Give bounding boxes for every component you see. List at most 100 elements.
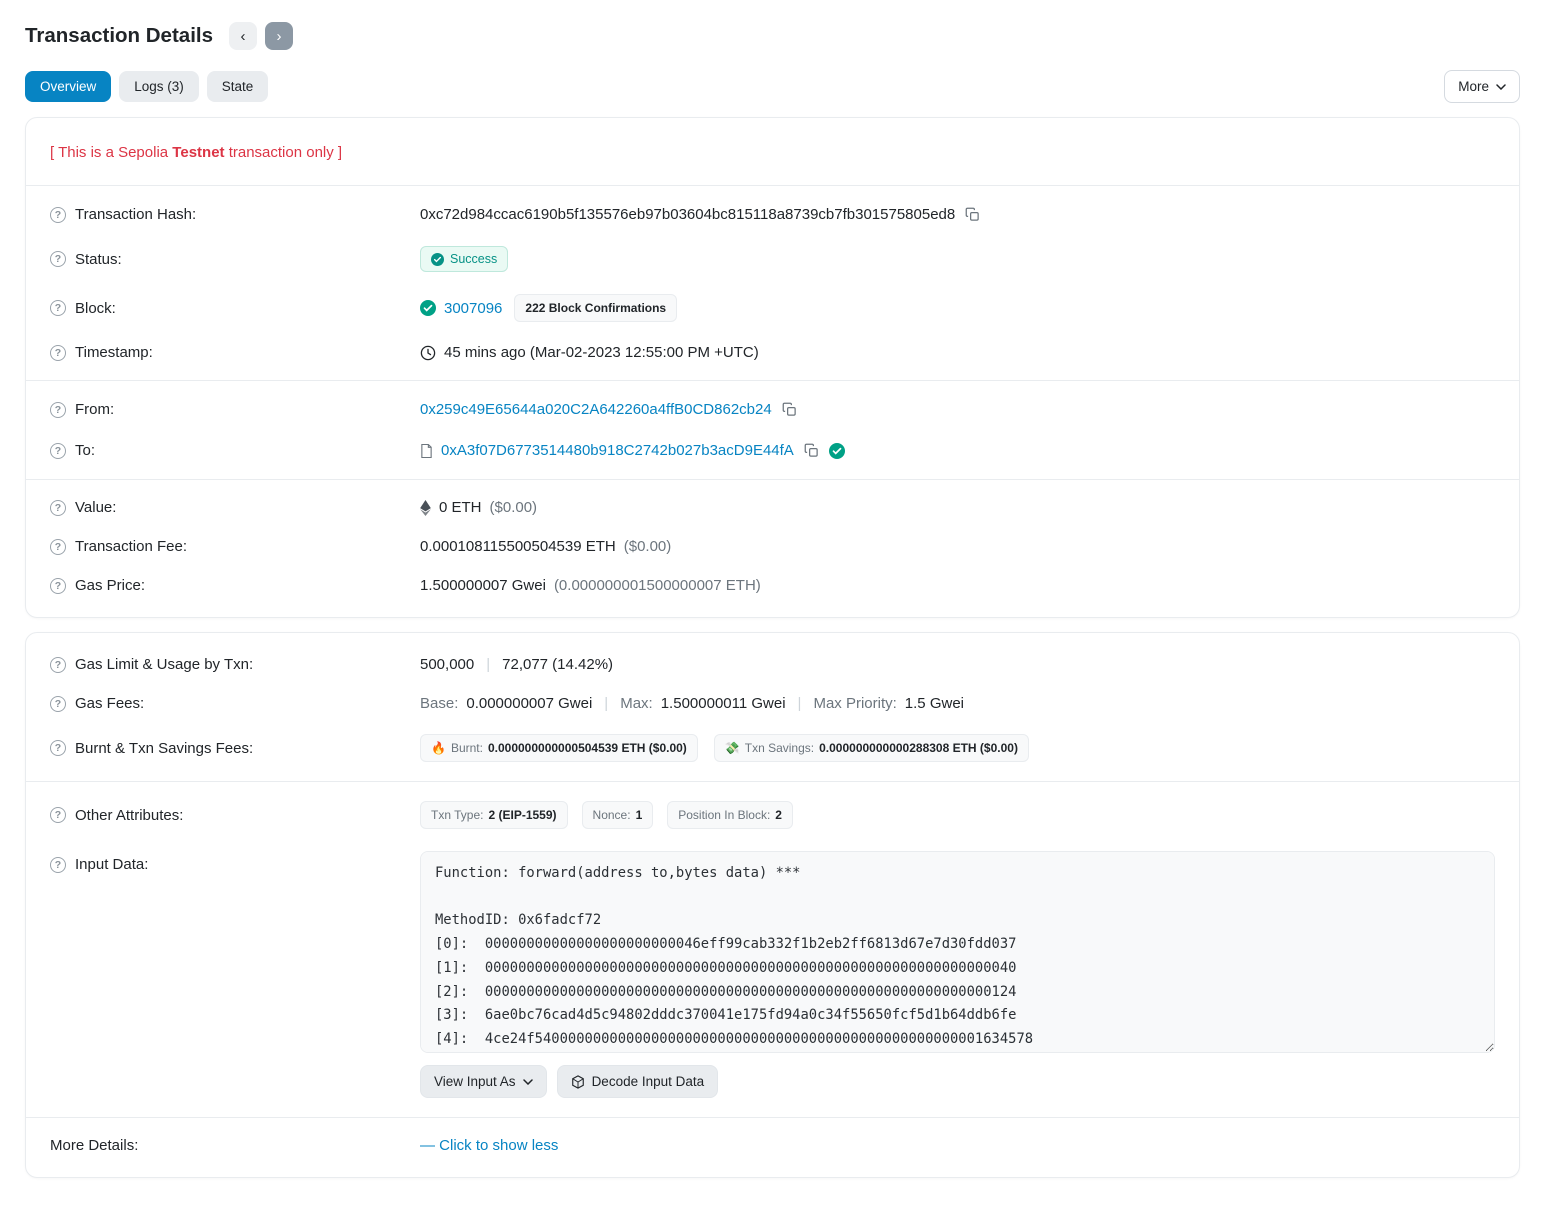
from-label: From: (75, 401, 114, 418)
max-priority-fee-value: 1.5 Gwei (905, 695, 964, 712)
row-label: ? Gas Fees: (50, 695, 420, 712)
nonce-badge: Nonce: 1 (582, 801, 654, 829)
help-icon: ? (50, 578, 66, 594)
notice-prefix: [ This is a Sepolia (50, 144, 172, 161)
view-input-as-button[interactable]: View Input As (420, 1065, 547, 1098)
block-number-link[interactable]: 3007096 (444, 300, 502, 317)
to-address-link[interactable]: 0xA3f07D6773514480b918C2742b027b3acD9E44… (441, 442, 794, 459)
burnt-badge: 🔥 Burnt: 0.000000000000504539 ETH ($0.00… (420, 734, 698, 762)
gas-limit-value: 500,000 (420, 656, 474, 673)
block-label: Block: (75, 300, 116, 317)
block-confirmations-label: 222 Block Confirmations (525, 301, 666, 315)
base-fee-value: 0.000000007 Gwei (466, 695, 592, 712)
help-icon: ? (50, 251, 66, 267)
help-icon: ? (50, 500, 66, 516)
help-icon: ? (50, 443, 66, 459)
row-label: ? Value: (50, 499, 420, 516)
help-icon: ? (50, 300, 66, 316)
next-transaction-button[interactable]: › (265, 22, 293, 50)
txn-type-value: 2 (EIP-1559) (488, 808, 556, 822)
copy-hash-button[interactable] (963, 205, 982, 224)
more-button[interactable]: More (1444, 70, 1520, 103)
position-in-block-label: Position In Block: (678, 808, 770, 822)
verified-check-circle-icon (829, 443, 845, 459)
tabs-row: Overview Logs (3) State More (25, 70, 1520, 103)
transaction-hash-label: Transaction Hash: (75, 206, 196, 223)
burnt-label: Burnt: (451, 741, 483, 755)
notice-bold: Testnet (172, 144, 224, 161)
copy-from-address-button[interactable] (780, 400, 799, 419)
decode-input-data-button[interactable]: Decode Input Data (557, 1065, 719, 1098)
transaction-fee-label: Transaction Fee: (75, 538, 187, 555)
txn-savings-label: Txn Savings: (745, 741, 814, 755)
overview-card: [ This is a Sepolia Testnet transaction … (25, 117, 1520, 618)
block-confirmations-badge: 222 Block Confirmations (514, 294, 677, 322)
transaction-fee-row: ? Transaction Fee: 0.000108115500504539 … (50, 527, 1495, 566)
divider (26, 1117, 1519, 1118)
minus-icon: — (420, 1137, 435, 1154)
copy-to-address-button[interactable] (802, 441, 821, 460)
divider (26, 479, 1519, 480)
gas-limit-label: Gas Limit & Usage by Txn: (75, 656, 253, 673)
txn-type-badge: Txn Type: 2 (EIP-1559) (420, 801, 568, 829)
to-row: ? To: 0xA3f07D6773514480b918C2742b027b3a… (50, 430, 1495, 471)
other-attributes-label: Other Attributes: (75, 807, 183, 824)
gas-price-label: Gas Price: (75, 577, 145, 594)
gas-limit-row: ? Gas Limit & Usage by Txn: 500,000 | 72… (50, 645, 1495, 684)
separator: | (482, 656, 494, 673)
separator: | (600, 695, 612, 712)
value-label: Value: (75, 499, 116, 516)
nonce-label: Nonce: (593, 808, 631, 822)
show-less-link[interactable]: — Click to show less (420, 1137, 558, 1154)
decode-input-data-label: Decode Input Data (592, 1074, 705, 1089)
help-icon: ? (50, 807, 66, 823)
row-label: ? Input Data: (50, 851, 420, 873)
status-label: Status: (75, 251, 122, 268)
max-fee-label: Max: (620, 695, 653, 712)
row-label: ? Gas Price: (50, 577, 420, 594)
row-label: ? Other Attributes: (50, 807, 420, 824)
burnt-savings-row: ? Burnt & Txn Savings Fees: 🔥 Burnt: 0.0… (50, 723, 1495, 773)
tab-logs[interactable]: Logs (3) (119, 71, 199, 102)
status-badge-label: Success (450, 252, 497, 266)
chevron-down-icon (523, 1079, 533, 1085)
gas-fees-row: ? Gas Fees: Base: 0.000000007 Gwei | Max… (50, 684, 1495, 723)
row-label: More Details: (50, 1137, 420, 1154)
clock-icon (420, 345, 436, 361)
chevron-left-icon: ‹ (240, 29, 245, 44)
notice-suffix: transaction only ] (225, 144, 343, 161)
row-label: ? Transaction Hash: (50, 206, 420, 223)
transaction-hash-row: ? Transaction Hash: 0xc72d984ccac6190b5f… (50, 194, 1495, 235)
help-icon: ? (50, 857, 66, 873)
help-icon: ? (50, 345, 66, 361)
status-row: ? Status: Success (50, 235, 1495, 283)
divider (26, 185, 1519, 186)
position-in-block-value: 2 (775, 808, 782, 822)
view-input-as-label: View Input As (434, 1074, 516, 1089)
previous-transaction-button[interactable]: ‹ (229, 22, 257, 50)
contract-document-icon (420, 443, 433, 459)
txn-savings-badge: 💸 Txn Savings: 0.000000000000288308 ETH … (714, 734, 1029, 762)
row-label: ? To: (50, 442, 420, 459)
value-amount: 0 ETH (439, 499, 482, 516)
transaction-fee-amount: 0.000108115500504539 ETH (420, 538, 616, 555)
chevron-right-icon: › (276, 29, 281, 44)
burnt-savings-label: Burnt & Txn Savings Fees: (75, 740, 253, 757)
gas-price-row: ? Gas Price: 1.500000007 Gwei (0.0000000… (50, 566, 1495, 605)
copy-icon (965, 207, 980, 222)
tab-state[interactable]: State (207, 71, 269, 102)
input-data-box[interactable]: Function: forward(address to,bytes data)… (420, 851, 1495, 1053)
fire-icon: 🔥 (431, 741, 446, 755)
row-label: ? From: (50, 401, 420, 418)
copy-icon (804, 443, 819, 458)
input-data-row: ? Input Data: Function: forward(address … (50, 840, 1495, 1109)
block-row: ? Block: 3007096 222 Block Confirmations (50, 283, 1495, 333)
page-title: Transaction Details (25, 24, 213, 48)
check-circle-icon (431, 253, 444, 266)
tab-overview[interactable]: Overview (25, 71, 111, 102)
row-label: ? Transaction Fee: (50, 538, 420, 555)
timestamp-label: Timestamp: (75, 344, 153, 361)
from-address-link[interactable]: 0x259c49E65644a020C2A642260a4ffB0CD862cb… (420, 401, 772, 418)
max-priority-fee-label: Max Priority: (813, 695, 896, 712)
timestamp-value: 45 mins ago (Mar-02-2023 12:55:00 PM +UT… (444, 344, 759, 361)
